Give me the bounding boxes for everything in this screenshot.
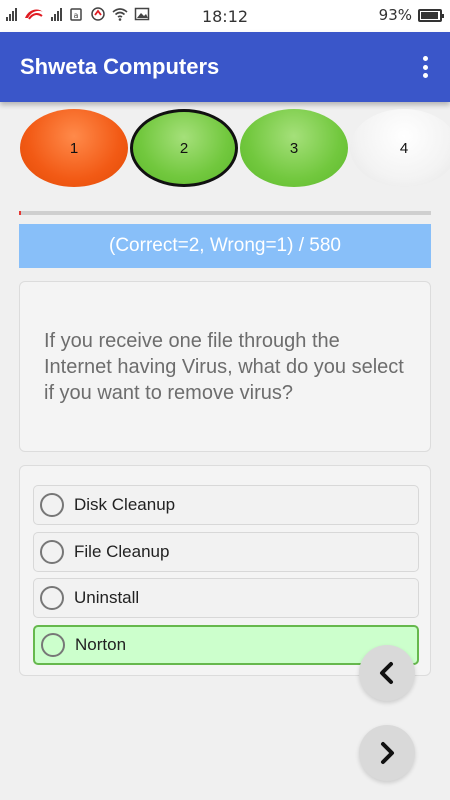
question-bubble-number: 4 [399, 139, 409, 157]
options-card: Disk Cleanup File Cleanup Uninstall Nort… [19, 465, 431, 676]
battery-percent: 93% [378, 6, 412, 24]
progress-fill [19, 211, 22, 215]
option-label: Disk Cleanup [74, 495, 176, 514]
next-button[interactable] [359, 725, 415, 781]
question-bubble-2[interactable]: 2 [130, 109, 238, 187]
chevron-right-icon [381, 742, 394, 764]
question-navigator: 1 2 3 4 [0, 105, 450, 193]
battery-icon [418, 8, 444, 22]
radio-button[interactable] [40, 540, 64, 564]
option-label: Norton [75, 635, 127, 654]
question-bubble-3[interactable]: 3 [240, 109, 348, 187]
app-bar: Shweta Computers [0, 32, 450, 102]
radio-button[interactable] [40, 586, 64, 610]
status-icons-right: 93% [378, 6, 444, 24]
option-uninstall[interactable]: Uninstall [33, 578, 419, 618]
question-bubble-4[interactable]: 4 [350, 109, 450, 187]
app-title: Shweta Computers [20, 54, 220, 79]
score-banner: (Correct=2, Wrong=1) / 580 [19, 224, 431, 268]
status-bar: a 18:12 93% [0, 0, 450, 32]
question-card: If you receive one file through the Inte… [19, 281, 431, 452]
radio-button[interactable] [40, 493, 64, 517]
chevron-left-icon [380, 662, 393, 684]
option-file-cleanup[interactable]: File Cleanup [33, 532, 419, 572]
option-disk-cleanup[interactable]: Disk Cleanup [33, 485, 419, 525]
more-vert-icon[interactable] [422, 56, 428, 78]
progress-bar [19, 211, 431, 215]
option-label: Uninstall [74, 588, 140, 607]
question-text: If you receive one file through the Inte… [44, 330, 404, 404]
radio-button[interactable] [41, 633, 65, 657]
question-bubble-number: 3 [289, 139, 299, 157]
question-bubble-number: 1 [69, 139, 79, 157]
option-norton[interactable]: Norton [33, 625, 419, 665]
question-bubble-1[interactable]: 1 [20, 109, 128, 187]
option-label: File Cleanup [74, 542, 170, 561]
question-bubble-number: 2 [179, 139, 189, 157]
previous-button[interactable] [359, 645, 415, 701]
